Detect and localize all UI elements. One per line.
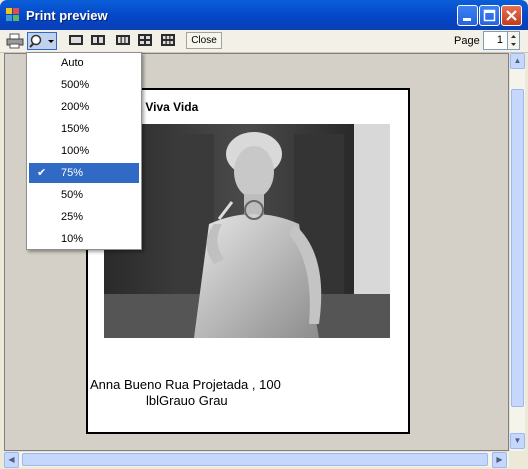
document-line-1: Anna Bueno Rua Projetada , 100 bbox=[90, 377, 281, 392]
one-page-icon bbox=[69, 35, 83, 45]
zoom-option-100[interactable]: 100% bbox=[29, 141, 139, 161]
app-icon bbox=[6, 8, 19, 21]
scroll-right-button[interactable]: ▶ bbox=[492, 452, 507, 468]
maximize-button[interactable] bbox=[479, 5, 500, 26]
six-pages-button[interactable] bbox=[160, 32, 178, 50]
minimize-button[interactable] bbox=[457, 5, 478, 26]
zoom-option-150[interactable]: 150% bbox=[29, 119, 139, 139]
three-pages-button[interactable] bbox=[115, 32, 133, 50]
zoom-option-75[interactable]: ✔ 75% bbox=[29, 163, 139, 183]
one-page-button[interactable] bbox=[68, 32, 86, 50]
zoom-menu: Auto 500% 200% 150% 100% ✔ 75% 50% 25% 10… bbox=[26, 52, 142, 250]
zoom-option-25[interactable]: 25% bbox=[29, 207, 139, 227]
zoom-option-auto[interactable]: Auto bbox=[29, 53, 139, 73]
page-label: Page bbox=[454, 35, 480, 47]
maximize-icon bbox=[483, 9, 496, 22]
zoom-option-50[interactable]: 50% bbox=[29, 185, 139, 205]
checkmark-icon: ✔ bbox=[37, 167, 47, 179]
toolbar: Close Page bbox=[0, 30, 528, 53]
three-pages-icon bbox=[116, 35, 130, 45]
scroll-down-button[interactable]: ▼ bbox=[510, 433, 525, 449]
vertical-scrollbar[interactable]: ▲ ▼ bbox=[509, 53, 525, 451]
four-pages-button[interactable] bbox=[137, 32, 155, 50]
window-title: Print preview bbox=[26, 8, 108, 23]
print-button[interactable] bbox=[6, 32, 24, 50]
chevron-down-icon bbox=[48, 40, 54, 43]
spinner-arrows-icon bbox=[511, 35, 516, 46]
two-pages-button[interactable] bbox=[90, 32, 108, 50]
six-pages-icon bbox=[161, 34, 175, 46]
scroll-left-button[interactable]: ◀ bbox=[4, 452, 19, 468]
zoom-option-200[interactable]: 200% bbox=[29, 97, 139, 117]
scroll-up-button[interactable]: ▲ bbox=[510, 53, 525, 69]
magnifier-icon bbox=[29, 34, 54, 48]
zoom-option-500[interactable]: 500% bbox=[29, 75, 139, 95]
zoom-dropdown-button[interactable] bbox=[27, 32, 57, 50]
horizontal-scrollbar[interactable]: ◀ ▶ bbox=[4, 451, 509, 468]
printer-icon bbox=[6, 33, 24, 49]
page-spinner[interactable] bbox=[508, 31, 520, 50]
close-preview-button[interactable]: Close bbox=[186, 32, 222, 49]
print-preview-window: Print preview Close Page 1 cola Viva Vid… bbox=[0, 0, 528, 469]
title-bar[interactable]: Print preview bbox=[0, 0, 528, 30]
four-pages-icon bbox=[138, 34, 152, 46]
vertical-scroll-thumb[interactable] bbox=[511, 89, 524, 407]
close-icon bbox=[506, 10, 517, 21]
document-photo bbox=[104, 124, 390, 338]
horizontal-scroll-thumb[interactable] bbox=[22, 453, 488, 466]
two-pages-icon bbox=[91, 35, 105, 45]
minimize-icon bbox=[463, 18, 471, 21]
window-close-button[interactable] bbox=[501, 5, 522, 26]
page-number-input[interactable]: 1 bbox=[483, 31, 508, 50]
document-line-2: lblGrauo Grau bbox=[146, 393, 228, 408]
zoom-option-10[interactable]: 10% bbox=[29, 229, 139, 249]
